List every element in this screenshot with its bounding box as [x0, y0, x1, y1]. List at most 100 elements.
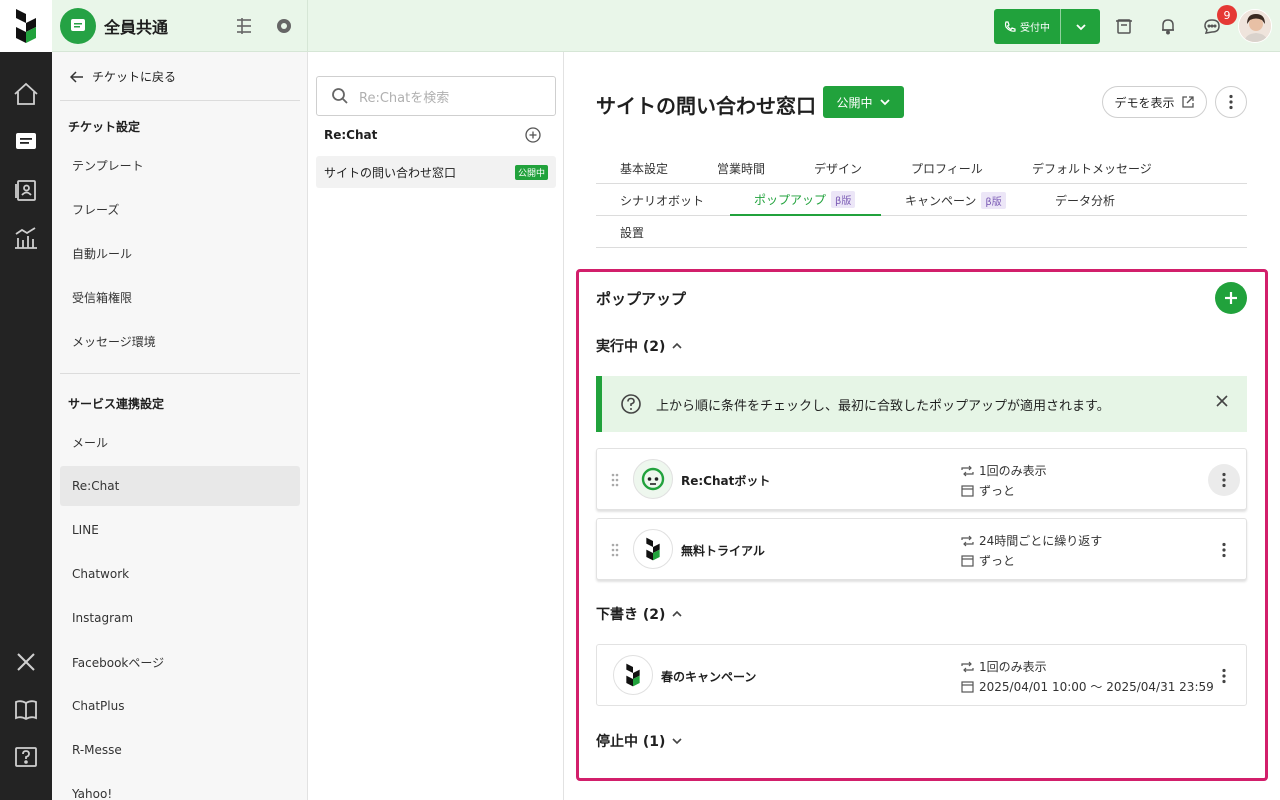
main-content: サイトの問い合わせ窓口 公開中 デモを表示 基本設定 営業時間 デザイン プロフ…: [564, 52, 1280, 800]
drag-handle-icon[interactable]: [611, 543, 619, 561]
nav-item-line[interactable]: LINE: [60, 510, 300, 550]
reception-icon[interactable]: [1112, 14, 1136, 38]
popup-menu-button[interactable]: [1208, 534, 1240, 566]
show-demo-button[interactable]: デモを表示: [1102, 86, 1207, 118]
tab-install[interactable]: 設置: [620, 216, 644, 248]
filter-list-icon[interactable]: [232, 14, 256, 38]
add-channel-button[interactable]: [525, 127, 541, 147]
bell-icon[interactable]: [1156, 14, 1180, 38]
draft-section-toggle[interactable]: 下書き (2): [596, 604, 683, 624]
tab-analytics[interactable]: データ分析: [1055, 184, 1115, 216]
search-input[interactable]: Re:Chatを検索: [316, 76, 556, 116]
popup-repeat-text: 24時間ごとに繰り返す: [979, 534, 1103, 548]
repeat-icon: [961, 535, 974, 546]
nav-item-chatwork[interactable]: Chatwork: [60, 554, 300, 594]
info-banner: 上から順に条件をチェックし、最初に合致したポップアップが適用されます。: [596, 376, 1247, 432]
nav-item-auto-rule[interactable]: 自動ルール: [60, 233, 300, 273]
popup-repeat-text: 1回のみ表示: [979, 660, 1047, 674]
service-settings-heading: サービス連携設定: [68, 397, 165, 411]
add-popup-button[interactable]: [1215, 282, 1247, 314]
popup-name: Re:Chatボット: [681, 474, 771, 488]
question-circle-icon: [621, 394, 641, 414]
ticket-icon[interactable]: [12, 128, 40, 156]
kebab-icon: [1222, 668, 1226, 684]
back-label: チケットに戻る: [92, 70, 177, 84]
nav-item-rechat[interactable]: Re:Chat: [60, 466, 300, 506]
home-icon[interactable]: [12, 80, 40, 108]
plus-icon: [1225, 292, 1237, 304]
search-icon: [332, 88, 348, 104]
nav-item-template[interactable]: テンプレート: [60, 145, 300, 185]
popup-period: ずっと: [961, 482, 1015, 499]
popup-card[interactable]: 春のキャンペーン 1回のみ表示 2025/04/01 10:00 〜 2025/…: [596, 644, 1247, 706]
workspace-icon[interactable]: [60, 8, 96, 44]
tab-basic[interactable]: 基本設定: [620, 152, 668, 184]
running-heading: 実行中 (2): [596, 339, 666, 355]
tab-popup-label: ポップアップ: [754, 192, 827, 207]
tab-popup[interactable]: ポップアップ β版: [730, 184, 881, 216]
book-icon[interactable]: [12, 696, 40, 724]
more-options-button[interactable]: [1215, 86, 1247, 118]
tab-scenario-bot[interactable]: シナリオボット: [620, 184, 704, 216]
repeat-icon: [961, 465, 974, 476]
popup-menu-button[interactable]: [1208, 660, 1240, 692]
chevron-up-icon: [672, 342, 682, 349]
nav-item-yahoo[interactable]: Yahoo!: [60, 774, 300, 800]
stopped-section-toggle[interactable]: 停止中 (1): [596, 731, 683, 751]
popup-period-text: ずっと: [979, 484, 1016, 498]
running-section-toggle[interactable]: 実行中 (2): [596, 336, 683, 356]
back-to-tickets-link[interactable]: チケットに戻る: [70, 68, 176, 85]
gear-icon[interactable]: [272, 14, 296, 38]
close-banner-button[interactable]: [1215, 394, 1229, 412]
popup-name: 春のキャンペーン: [661, 670, 757, 684]
calendar-icon: [961, 555, 974, 567]
status-badge: 公開中: [514, 164, 548, 180]
contacts-icon[interactable]: [12, 176, 40, 204]
plus-circle-icon: [525, 127, 541, 143]
analytics-icon[interactable]: [12, 224, 40, 252]
beta-badge: β版: [981, 191, 1006, 209]
tab-design[interactable]: デザイン: [814, 152, 862, 184]
chevron-down-icon: [1075, 23, 1086, 30]
nav-divider: [60, 100, 300, 101]
receive-dropdown[interactable]: [1061, 9, 1100, 44]
nav-item-chatplus[interactable]: ChatPlus: [60, 686, 300, 726]
tab-row-2: シナリオボット ポップアップ β版 キャンペーン β版 データ分析: [596, 184, 1247, 216]
notification-badge: 9: [1217, 5, 1237, 25]
nav-item-inbox-permission[interactable]: 受信箱権限: [60, 277, 300, 317]
popup-card[interactable]: Re:Chatボット 1回のみ表示 ずっと: [596, 448, 1247, 510]
tab-profile[interactable]: プロフィール: [911, 152, 983, 184]
tab-hours[interactable]: 営業時間: [717, 152, 765, 184]
nav-item-mail[interactable]: メール: [60, 422, 300, 462]
tab-campaign[interactable]: キャンペーン β版: [905, 184, 1006, 216]
list-title: Re:Chat: [324, 128, 378, 142]
popup-repeat: 24時間ごとに繰り返す: [961, 532, 1102, 549]
nav-item-instagram[interactable]: Instagram: [60, 598, 300, 638]
popup-card[interactable]: 無料トライアル 24時間ごとに繰り返す ずっと: [596, 518, 1247, 580]
global-rail: [0, 52, 52, 800]
list-item[interactable]: サイトの問い合わせ窓口 公開中: [316, 156, 556, 188]
popup-menu-button[interactable]: [1208, 464, 1240, 496]
tab-row-3: 設置: [596, 216, 1247, 248]
popup-period-text: 2025/04/01 10:00 〜 2025/04/31 23:59: [979, 680, 1214, 694]
popup-period: ずっと: [961, 552, 1015, 569]
app-logo[interactable]: [0, 0, 52, 52]
drag-handle-icon[interactable]: [611, 473, 619, 491]
tab-row-1: 基本設定 営業時間 デザイン プロフィール デフォルトメッセージ: [596, 152, 1247, 184]
nav-item-facebook[interactable]: Facebookページ: [60, 642, 300, 682]
settings-sidebar: チケットに戻る チケット設定 テンプレート フレーズ 自動ルール 受信箱権限 メ…: [52, 52, 308, 800]
chevron-down-icon: [879, 99, 890, 106]
tab-default-message[interactable]: デフォルトメッセージ: [1032, 152, 1152, 184]
help-icon[interactable]: [12, 744, 40, 772]
tab-campaign-label: キャンペーン: [905, 193, 977, 208]
nav-item-message-env[interactable]: メッセージ環境: [60, 321, 300, 361]
nav-item-phrase[interactable]: フレーズ: [60, 189, 300, 229]
receive-toggle[interactable]: 受付中: [994, 9, 1060, 44]
avatar[interactable]: [1238, 9, 1272, 43]
receive-status-button[interactable]: 受付中: [994, 9, 1100, 44]
popup-panel: ポップアップ 実行中 (2) 上から順に条件をチェックし、最初に合致したポップア…: [576, 269, 1268, 781]
tools-icon[interactable]: [12, 648, 40, 676]
publish-status-button[interactable]: 公開中: [823, 86, 904, 118]
nav-item-rmesse[interactable]: R-Messe: [60, 730, 300, 770]
close-icon: [1216, 395, 1228, 407]
